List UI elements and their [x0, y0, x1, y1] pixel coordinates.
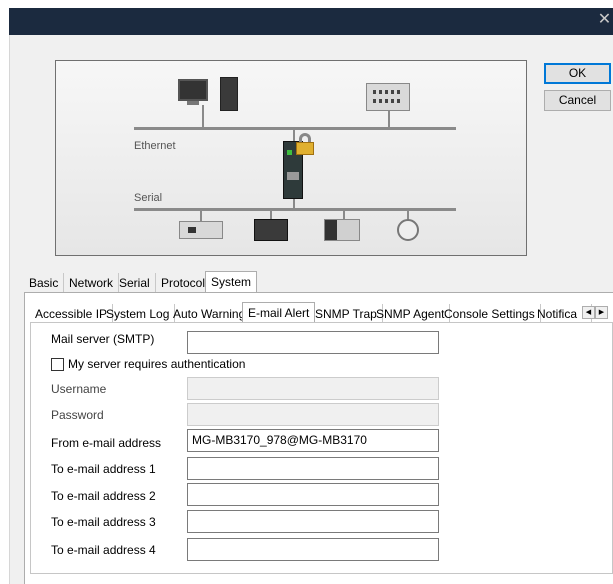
- pc-tower-icon: [220, 77, 238, 111]
- ok-button[interactable]: OK: [544, 63, 611, 84]
- tab-protocol[interactable]: Protocol: [156, 273, 212, 293]
- network-diagram: Ethernet Serial: [55, 60, 527, 256]
- username-input: [187, 377, 439, 400]
- to-email-4-label: To e-mail address 4: [51, 543, 156, 557]
- title-bar: [9, 8, 613, 35]
- plc-icon: [366, 83, 410, 111]
- mail-server-label: Mail server (SMTP): [51, 332, 155, 346]
- to-email-1-label: To e-mail address 1: [51, 462, 156, 476]
- to-email-3-label: To e-mail address 3: [51, 515, 156, 529]
- lock-icon: [296, 133, 314, 155]
- sub-tab-strip: Accessible IP System Log Auto Warning E-…: [30, 302, 613, 324]
- pc-monitor-icon: [178, 79, 208, 105]
- auth-checkbox[interactable]: [51, 358, 64, 371]
- scroll-right-icon[interactable]: ▶: [595, 306, 608, 319]
- ethernet-label: Ethernet: [134, 140, 176, 152]
- tab-network[interactable]: Network: [64, 273, 120, 293]
- to-email-1-input[interactable]: [187, 457, 439, 480]
- cancel-button[interactable]: Cancel: [544, 90, 611, 111]
- to-email-2-input[interactable]: [187, 483, 439, 506]
- to-email-3-input[interactable]: [187, 510, 439, 533]
- tab-system[interactable]: System: [205, 271, 258, 293]
- tab-system-log[interactable]: System Log: [101, 304, 176, 324]
- serial-label: Serial: [134, 192, 163, 204]
- auth-checkbox-label[interactable]: My server requires authentication: [68, 357, 245, 371]
- serial-device-icons: [174, 211, 424, 251]
- username-label: Username: [51, 382, 107, 396]
- password-input: [187, 403, 439, 426]
- tab-console-settings[interactable]: Console Settings: [439, 304, 541, 324]
- main-tab-strip: Basic Network Serial Protocol System: [24, 271, 264, 293]
- tab-serial[interactable]: Serial: [114, 273, 156, 293]
- to-email-4-input[interactable]: [187, 538, 439, 561]
- from-email-input[interactable]: MG-MB3170_978@MG-MB3170: [187, 429, 439, 452]
- to-email-2-label: To e-mail address 2: [51, 489, 156, 503]
- tab-basic[interactable]: Basic: [24, 273, 65, 293]
- mail-server-input[interactable]: [187, 331, 439, 354]
- password-label: Password: [51, 408, 104, 422]
- scroll-left-icon[interactable]: ◀: [582, 306, 595, 319]
- tab-auto-warning[interactable]: Auto Warning: [168, 304, 252, 324]
- ethernet-bus: [134, 127, 456, 130]
- close-icon[interactable]: ✕: [596, 10, 613, 30]
- tab-email-alert[interactable]: E-mail Alert: [242, 302, 316, 324]
- from-email-label: From e-mail address: [51, 436, 162, 450]
